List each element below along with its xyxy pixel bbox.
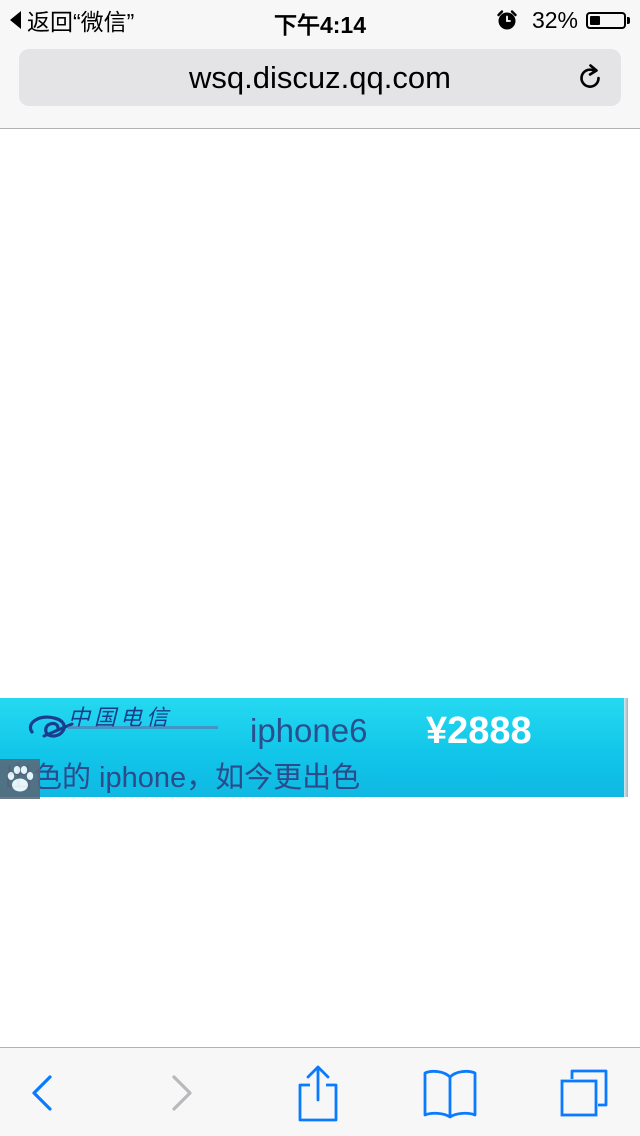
top-header: 返回“微信” 下午4:14 32% wsq.discuz.qq.com bbox=[0, 0, 640, 129]
alarm-icon bbox=[497, 10, 517, 30]
ad-price: ¥2888 bbox=[426, 710, 532, 752]
back-triangle-icon bbox=[10, 11, 21, 29]
tabs-button[interactable] bbox=[544, 1048, 624, 1136]
address-bar[interactable]: wsq.discuz.qq.com bbox=[19, 49, 621, 106]
status-right-group: 32% bbox=[496, 6, 630, 34]
paw-icon[interactable] bbox=[0, 759, 40, 799]
share-icon bbox=[298, 1065, 338, 1121]
back-button[interactable] bbox=[2, 1048, 82, 1136]
back-to-wechat-link[interactable]: 返回“微信” bbox=[10, 6, 135, 35]
chevron-left-icon bbox=[32, 1074, 52, 1111]
ad-edge bbox=[624, 698, 628, 797]
battery-icon bbox=[586, 11, 630, 29]
book-icon bbox=[423, 1069, 477, 1118]
ad-banner[interactable]: 中国电信 iphone6 ¥2888 出色的 iphone，如今更出色 bbox=[0, 698, 628, 797]
forward-button[interactable] bbox=[142, 1048, 222, 1136]
ad-brand-underline bbox=[68, 726, 218, 729]
browser-screen: 返回“微信” 下午4:14 32% wsq.discuz.qq.com 中国电信… bbox=[0, 0, 640, 1136]
ad-product: iphone6 bbox=[250, 712, 368, 749]
bottom-toolbar bbox=[0, 1047, 640, 1136]
url-text[interactable]: wsq.discuz.qq.com bbox=[19, 49, 621, 106]
battery-percent: 32% bbox=[531, 6, 578, 33]
battery-level bbox=[590, 15, 601, 25]
back-to-wechat-label: 返回“微信” bbox=[27, 9, 135, 35]
ad-slogan: 出色的 iphone，如今更出色 bbox=[4, 762, 361, 794]
chevron-right-icon bbox=[172, 1074, 192, 1111]
bookmarks-button[interactable] bbox=[410, 1048, 490, 1136]
share-button[interactable] bbox=[278, 1048, 358, 1136]
status-bar: 返回“微信” 下午4:14 32% bbox=[0, 0, 640, 40]
tabs-icon bbox=[560, 1069, 608, 1116]
reload-icon[interactable] bbox=[575, 63, 605, 93]
